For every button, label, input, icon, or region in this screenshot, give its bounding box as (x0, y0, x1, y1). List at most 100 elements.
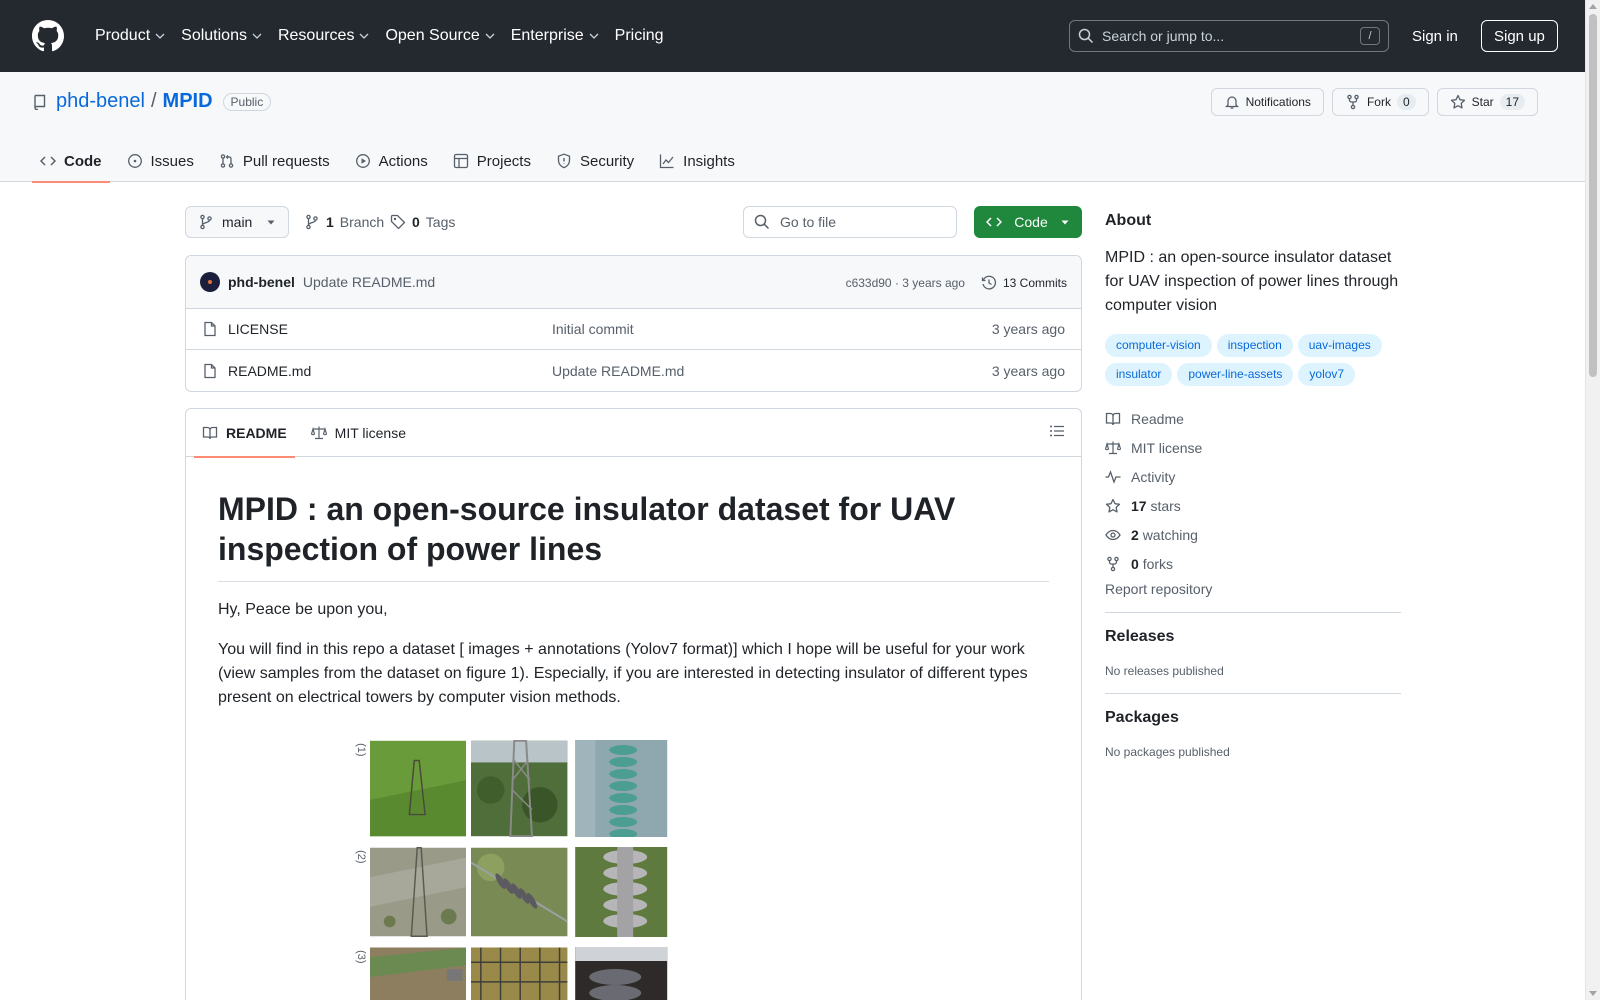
topic-tag[interactable]: power-line-assets (1177, 363, 1294, 386)
scroll-up-arrow-icon[interactable] (1589, 4, 1597, 9)
visibility-badge: Public (222, 92, 272, 111)
tab-code[interactable]: Code (32, 140, 110, 183)
tab-projects[interactable]: Projects (445, 140, 539, 182)
star-label: Star (1471, 95, 1494, 109)
file-commit-message[interactable]: Update README.md (552, 363, 684, 379)
go-to-file-input[interactable]: Go to file (743, 206, 957, 238)
divider (1105, 612, 1401, 613)
branch-select-button[interactable]: main (185, 206, 289, 238)
commits-history-link[interactable]: 13 Commits (981, 275, 1067, 291)
repo-owner-link[interactable]: phd-benel (56, 90, 145, 113)
shield-icon (557, 153, 571, 169)
forks-link[interactable]: 0 forks (1105, 549, 1401, 578)
releases-heading[interactable]: Releases (1105, 628, 1401, 646)
branch-count: 1 (326, 214, 334, 230)
star-button[interactable]: Star 17 (1436, 88, 1538, 116)
fork-button[interactable]: Fork 0 (1331, 88, 1429, 116)
topic-tag[interactable]: computer-vision (1105, 334, 1212, 357)
github-logo-icon[interactable] (32, 20, 64, 52)
stars-count: 17 (1131, 497, 1147, 514)
nav-pricing[interactable]: Pricing (607, 20, 672, 52)
page-scrollbar[interactable] (1585, 0, 1600, 1000)
file-date: 3 years ago (991, 362, 1065, 379)
main-content: main 1 Branch 0 Tags Go to file Code phd… (185, 206, 1082, 1000)
watchers-link[interactable]: 2 watching (1105, 520, 1401, 549)
repo-name-link[interactable]: MPID (163, 90, 213, 113)
tab-issues[interactable]: Issues (119, 140, 202, 182)
file-name-link[interactable]: README.md (228, 363, 552, 379)
avatar[interactable] (200, 272, 220, 292)
about-heading: About (1105, 212, 1152, 229)
tab-pull-requests[interactable]: Pull requests (211, 140, 338, 182)
packages-heading[interactable]: Packages (1105, 709, 1401, 727)
releases-empty-text: No releases published (1105, 664, 1224, 678)
branch-label: Branch (339, 214, 385, 230)
topic-tag[interactable]: inspection (1216, 334, 1293, 357)
topic-tag[interactable]: insulator (1105, 363, 1173, 386)
bell-icon (1224, 96, 1239, 109)
tab-insights[interactable]: Insights (651, 140, 743, 182)
divider (1105, 693, 1401, 694)
activity-link[interactable]: Activity (1105, 462, 1401, 491)
branches-link[interactable]: 1 Branch (304, 206, 384, 238)
code-download-button[interactable]: Code (974, 206, 1082, 238)
global-search-input[interactable]: Search or jump to... / (1069, 20, 1389, 52)
nav-label: Pricing (614, 27, 664, 44)
stars-link[interactable]: 17 stars (1105, 491, 1401, 520)
commit-message-link[interactable]: Update README.md (303, 274, 435, 290)
nav-label: Enterprise (510, 27, 584, 44)
topic-tag[interactable]: uav-images (1297, 334, 1382, 357)
readme-tab[interactable]: README (194, 409, 295, 458)
nav-open-source[interactable]: Open Source (377, 20, 502, 52)
dataset-sample-figure: (1) (2) (3) (354, 740, 674, 1000)
tab-label: Projects (476, 152, 531, 170)
branch-name: main (222, 214, 253, 230)
table-icon (453, 153, 468, 169)
readme-link[interactable]: Readme (1105, 404, 1401, 433)
readme-title: MPID : an open-source insulator dataset … (218, 489, 1049, 582)
license-tab[interactable]: MIT license (303, 409, 414, 457)
file-row[interactable]: LICENSE Initial commit 3 years ago (186, 309, 1081, 350)
license-link-label: MIT license (1131, 439, 1203, 456)
tab-security[interactable]: Security (548, 140, 642, 182)
nav-label: Resources (277, 27, 355, 44)
commit-author-link[interactable]: phd-benel (228, 274, 295, 290)
search-shortcut-key: / (1360, 27, 1380, 45)
tags-link[interactable]: 0 Tags (390, 206, 455, 238)
nav-product[interactable]: Product (87, 20, 173, 52)
topic-tag[interactable]: yolov7 (1298, 363, 1356, 386)
search-icon (1078, 28, 1094, 44)
issue-icon (127, 154, 142, 168)
scrollbar-thumb[interactable] (1589, 14, 1597, 377)
license-link[interactable]: MIT license (1105, 433, 1401, 462)
figure-row-label: (2) (354, 850, 367, 864)
chevron-down-icon (155, 33, 165, 39)
file-name-link[interactable]: LICENSE (228, 321, 552, 337)
nav-label: Product (95, 27, 151, 44)
branch-icon (200, 214, 212, 230)
figure-row: (2) (354, 847, 674, 937)
file-commit-message[interactable]: Initial commit (552, 321, 634, 337)
sign-in-link[interactable]: Sign in (1404, 20, 1466, 52)
tab-actions[interactable]: Actions (347, 140, 436, 182)
readme-content: MPID : an open-source insulator dataset … (186, 457, 1081, 1000)
nav-enterprise[interactable]: Enterprise (503, 20, 607, 52)
tab-label: Security (579, 152, 635, 170)
sign-up-button[interactable]: Sign up (1481, 20, 1558, 52)
nav-resources[interactable]: Resources (270, 20, 377, 52)
readme-tabs: README MIT license (186, 409, 1081, 458)
sample-image-glass-insulator (574, 740, 667, 837)
book-icon (202, 426, 218, 439)
notifications-button[interactable]: Notifications (1210, 88, 1324, 116)
scroll-down-arrow-icon[interactable] (1589, 991, 1597, 996)
caret-down-icon (267, 220, 275, 225)
nav-solutions[interactable]: Solutions (173, 20, 270, 52)
list-outline-icon[interactable] (1049, 423, 1065, 439)
watching-count: 2 (1131, 526, 1139, 543)
topic-list: computer-vision inspection uav-images in… (1105, 334, 1401, 386)
commit-hash-and-time[interactable]: c633d90 · 3 years ago (846, 276, 965, 290)
book-icon (1105, 412, 1121, 425)
file-row[interactable]: README.md Update README.md 3 years ago (186, 350, 1081, 391)
sample-image-porcelain-insulator (574, 847, 667, 937)
report-repository-link[interactable]: Report repository (1105, 581, 1401, 597)
